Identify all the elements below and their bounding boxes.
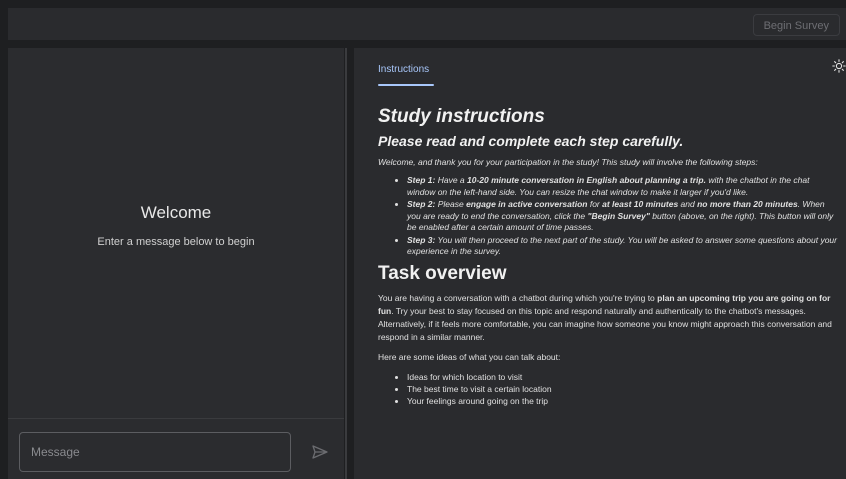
step-label: Step 1: xyxy=(407,175,436,185)
ideas-intro: Here are some ideas of what you can talk… xyxy=(378,351,561,362)
task-overview-text: You are having a conversation with a cha… xyxy=(378,292,838,344)
step-item: Step 2: Please engage in active conversa… xyxy=(407,199,838,234)
instructions-panel: Instructions Study instructions Please r… xyxy=(354,48,846,479)
page-subtitle: Please read and complete each step caref… xyxy=(378,133,684,149)
step-emphasis: "Begin Survey" xyxy=(587,210,650,221)
overview-text: . Try your best to stay focused on this … xyxy=(378,305,832,342)
step-emphasis: no more than 20 minutes xyxy=(697,199,798,209)
panel-resize-handle[interactable] xyxy=(345,48,347,479)
step-emphasis: 10-20 minute conversation in English abo… xyxy=(467,175,706,185)
top-bar: Begin Survey xyxy=(8,8,846,40)
message-input[interactable] xyxy=(19,432,291,472)
idea-item: Your feelings around going on the trip xyxy=(407,395,838,407)
step-label: Step 3: xyxy=(407,234,436,245)
chat-panel: Welcome Enter a message below to begin xyxy=(8,48,344,479)
idea-item: Ideas for which location to visit xyxy=(407,371,838,383)
ideas-list: Ideas for which location to visit The be… xyxy=(378,371,838,407)
step-label: Step 2: xyxy=(407,199,436,209)
tab-instructions[interactable]: Instructions xyxy=(378,64,429,75)
welcome-title: Welcome xyxy=(140,203,212,222)
send-icon[interactable] xyxy=(311,444,329,460)
step-text: for xyxy=(587,199,603,209)
step-text: and xyxy=(678,199,698,209)
sun-icon[interactable] xyxy=(832,59,846,73)
instructions-content: Study instructions Please read and compl… xyxy=(378,106,838,407)
page-title: Study instructions xyxy=(378,106,545,127)
step-text: Please xyxy=(435,199,467,209)
overview-text: You are having a conversation with a cha… xyxy=(378,292,658,303)
tab-active-indicator xyxy=(378,84,434,86)
task-overview-heading: Task overview xyxy=(378,262,507,284)
step-text: Have a xyxy=(435,175,467,185)
chat-divider xyxy=(8,418,344,419)
welcome-subtitle: Enter a message below to begin xyxy=(97,236,255,248)
step-text: You will then proceed to the next part o… xyxy=(407,234,837,257)
step-item: Step 1: Have a 10-20 minute conversation… xyxy=(407,175,838,198)
idea-item: The best time to visit a certain locatio… xyxy=(407,383,838,395)
step-item: Step 3: You will then proceed to the nex… xyxy=(407,235,838,258)
begin-survey-button[interactable]: Begin Survey xyxy=(752,14,840,36)
intro-text: Welcome, and thank you for your particip… xyxy=(378,157,758,167)
steps-list: Step 1: Have a 10-20 minute conversation… xyxy=(378,175,838,258)
step-emphasis: at least 10 minutes xyxy=(602,199,679,209)
step-emphasis: engage in active conversation xyxy=(466,199,588,209)
